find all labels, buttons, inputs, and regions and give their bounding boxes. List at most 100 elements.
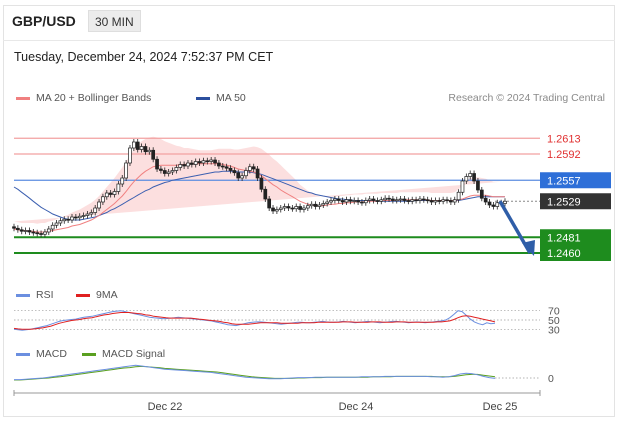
candle-body [85, 213, 90, 216]
macd-legend-label-1: MACD Signal [102, 348, 165, 360]
rsi-legend-swatch-1 [76, 294, 90, 297]
candle-body [479, 189, 484, 199]
candle-body [189, 162, 194, 165]
candle-body [472, 173, 476, 182]
candle-body [12, 226, 16, 229]
candle-body [62, 218, 67, 222]
rsi-level-label-2: 30 [548, 324, 560, 336]
candle-body [483, 197, 488, 203]
candle-body [433, 200, 438, 203]
candle-body [43, 231, 47, 235]
candle-body [209, 159, 214, 162]
candle-body [81, 215, 86, 217]
candle-body [360, 201, 364, 204]
candle-body [263, 188, 268, 200]
candle-body [89, 212, 94, 215]
candle-body [267, 198, 272, 209]
resistance-label-0: 1.2613 [547, 133, 581, 145]
candle-body [503, 200, 507, 204]
main-legend-label-0: MA 20 + Bollinger Bands [36, 92, 151, 104]
candle-body [487, 201, 492, 206]
candle-body [348, 199, 353, 202]
candle-body [294, 206, 299, 210]
candle-body [437, 200, 442, 202]
candle-body [421, 198, 426, 201]
candle-body [50, 224, 55, 230]
candle-body [460, 180, 465, 193]
candle-body [305, 205, 310, 209]
candle-body [232, 170, 237, 174]
candle-body [112, 191, 117, 195]
candle-body [375, 200, 380, 202]
candle-body [363, 200, 368, 204]
candle-body [491, 204, 496, 207]
candle-body [147, 149, 152, 153]
candle-body [290, 207, 295, 210]
last-price-label: 1.2529 [547, 196, 581, 208]
candle-body [410, 199, 415, 202]
candle-body [108, 192, 113, 195]
candle-body [371, 198, 376, 201]
resistance-label-1: 1.2592 [547, 149, 581, 161]
candle-body [255, 168, 260, 179]
candle-body [124, 162, 128, 179]
candle-body [77, 215, 82, 219]
candle-body [58, 220, 63, 224]
candle-body [39, 233, 43, 235]
candle-body [282, 206, 287, 209]
rsi-legend-label-1: 9MA [96, 289, 118, 301]
candle-body [356, 200, 360, 203]
candle-body [336, 198, 341, 201]
candle-body [143, 146, 148, 153]
x-tick-label-2: Dec 25 [483, 401, 518, 413]
candle-body [476, 180, 480, 191]
candle-body [186, 162, 190, 167]
candle-body [193, 161, 198, 165]
candle-body [325, 201, 330, 204]
candle-body [495, 202, 500, 207]
main-legend-label-1: MA 50 [216, 92, 246, 104]
candle-body [352, 200, 357, 202]
candle-body [213, 159, 217, 164]
candle-body [344, 199, 349, 203]
candle-body [452, 199, 457, 203]
candle-body [251, 166, 256, 170]
candle-body [391, 198, 395, 201]
candle-body [104, 192, 109, 198]
candle-body [387, 197, 391, 200]
x-tick-label-0: Dec 22 [148, 401, 183, 413]
candle-body [259, 177, 264, 190]
rsi-legend-label-0: RSI [36, 289, 54, 301]
candle-body [464, 176, 469, 182]
candle-body [16, 227, 20, 231]
candle-body [321, 203, 326, 206]
candle-body [205, 160, 210, 163]
macd-line [14, 364, 496, 381]
candle-body [201, 160, 206, 164]
candle-body [468, 173, 473, 177]
candle-body [333, 198, 337, 201]
candle-body [449, 200, 453, 203]
candle-body [139, 146, 144, 150]
candle-body [23, 230, 28, 232]
chart-canvas: MA 20 + Bollinger Bands MA 50 RSI 9MA MACD MA… [12, 92, 611, 413]
macd-legend-swatch-1 [82, 353, 96, 356]
candle-body [197, 161, 202, 164]
candle-body [275, 209, 279, 212]
candle-body [182, 164, 186, 167]
candle-body [240, 175, 244, 179]
candle-body [414, 199, 418, 202]
candle-body [101, 196, 105, 203]
candle-body [220, 165, 225, 168]
candle-body [402, 198, 407, 201]
support-label-4: 1.2481 [547, 232, 581, 244]
candle-body [313, 203, 318, 207]
candle-body [27, 230, 32, 233]
rsi-ma9-line [13, 312, 496, 330]
main-legend-swatch-1 [196, 97, 210, 100]
support-label-5: 1.2460 [547, 248, 581, 260]
candle-body [244, 170, 248, 177]
candle-body [425, 199, 430, 202]
candle-body [224, 166, 229, 169]
candle-body [445, 199, 449, 202]
